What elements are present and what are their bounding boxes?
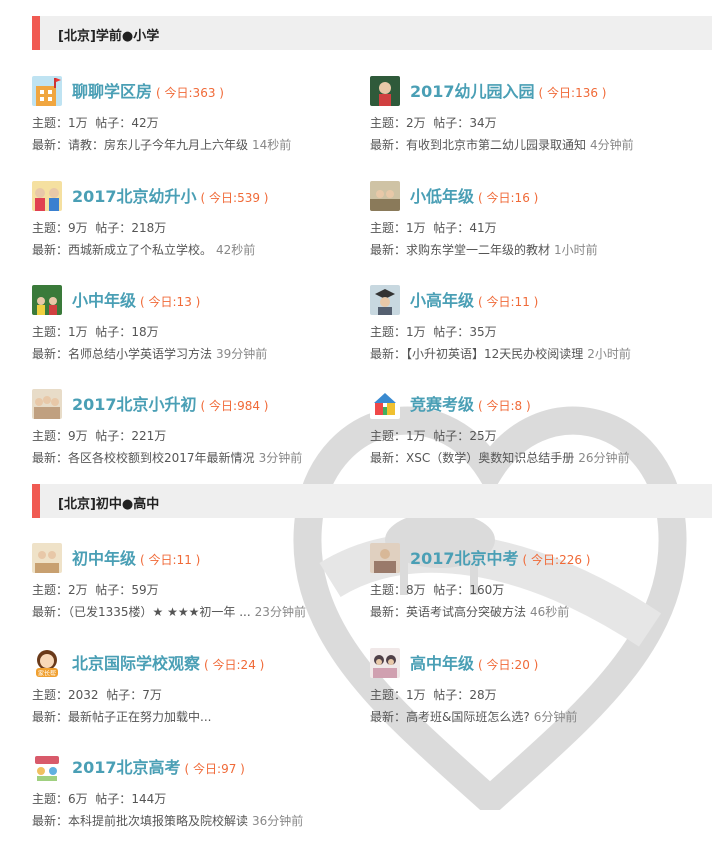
- forum-latest: 最新：有收到北京市第二幼儿园录取通知 4分钟前: [370, 138, 634, 152]
- forum-latest: 最新：英语考试高分突破方法 46秒前: [370, 605, 570, 619]
- forum-stats: 主题：8万 帖子：160万: [370, 583, 505, 597]
- forum-name-link[interactable]: 小高年级( 今日:11 ): [410, 287, 538, 311]
- forum-name-link[interactable]: 2017北京小升初( 今日:984 ): [72, 391, 269, 415]
- forum-stats: 主题：9万 帖子：221万: [32, 429, 167, 443]
- today-count: ( 今日:8 ): [478, 399, 531, 413]
- forum-name-link[interactable]: 北京国际学校观察( 今日:24 ): [72, 650, 264, 674]
- forum-name-link[interactable]: 2017幼儿园入园( 今日:136 ): [410, 78, 607, 102]
- today-count: ( 今日:226 ): [522, 553, 591, 567]
- today-count: ( 今日:539 ): [200, 191, 269, 205]
- latest-post-link[interactable]: 【小升初英语】12天民办校阅读理: [406, 347, 583, 361]
- latest-post-link[interactable]: 名师总结小学英语学习方法: [68, 347, 212, 361]
- forum-name-link[interactable]: 聊聊学区房( 今日:363 ): [72, 78, 224, 102]
- kids-photo-icon[interactable]: [32, 181, 62, 211]
- icon-label: 家长帮: [38, 670, 56, 678]
- forum-name-link[interactable]: 小低年级( 今日:16 ): [410, 183, 538, 207]
- today-count: ( 今日:984 ): [200, 399, 269, 413]
- latest-post-link[interactable]: 本科提前批次填报策略及院校解读: [68, 814, 248, 828]
- section-title: [北京]初中●高中: [58, 497, 160, 512]
- forum-stats: 主题：1万 帖子：42万: [32, 116, 159, 130]
- today-count: ( 今日:11 ): [478, 295, 539, 309]
- forum-stats: 主题：2万 帖子：34万: [370, 116, 497, 130]
- cartoon-girl-icon[interactable]: 家长帮: [32, 648, 62, 678]
- forum-latest: 最新：（已发1335楼）★ ★★★初一年 ... 23分钟前: [32, 605, 306, 619]
- forum-latest: 最新：各区各校校额到校2017年最新情况 3分钟前: [32, 451, 303, 465]
- forum-name-link[interactable]: 小中年级( 今日:13 ): [72, 287, 200, 311]
- exam-cartoon-icon[interactable]: [32, 752, 62, 782]
- forum-stats: 主题：1万 帖子：25万: [370, 429, 497, 443]
- section-title: [北京]学前●小学: [58, 29, 160, 44]
- forum-latest: 最新：【小升初英语】12天民办校阅读理 2小时前: [370, 347, 631, 361]
- forum-latest: 最新：求购东学堂一二年级的教材 1小时前: [370, 243, 598, 257]
- today-count: ( 今日:11 ): [140, 553, 201, 567]
- forum-stats: 主题：2万 帖子：59万: [32, 583, 159, 597]
- today-count: ( 今日:363 ): [156, 86, 224, 100]
- latest-post-link[interactable]: 西城新成立了个私立学校。: [68, 243, 212, 257]
- forum-latest: 最新：西城新成立了个私立学校。 42秒前: [32, 243, 256, 257]
- latest-post-link[interactable]: 请教：房东儿子今年九月上六年级: [68, 138, 248, 152]
- latest-post-link[interactable]: 有收到北京市第二幼儿园录取通知: [406, 138, 586, 152]
- forum-stats: 主题：1万 帖子：28万: [370, 688, 497, 702]
- teens-photo-icon[interactable]: [370, 648, 400, 678]
- forum-latest: 最新：高考班&国际班怎么选? 6分钟前: [370, 710, 578, 724]
- latest-post-link[interactable]: 最新帖子正在努力加载中...: [68, 710, 211, 724]
- section-accent-bar: [32, 484, 40, 518]
- section-header-middle-high: [北京]初中●高中: [32, 484, 712, 518]
- forum-name-link[interactable]: 初中年级( 今日:11 ): [72, 545, 200, 569]
- blackboard-photo-icon[interactable]: [32, 285, 62, 315]
- latest-post-link[interactable]: XSC（数学）奥数知识总结手册: [406, 451, 574, 465]
- building-icon[interactable]: [32, 76, 62, 106]
- latest-post-link[interactable]: 求购东学堂一二年级的教材: [406, 243, 550, 257]
- today-count: ( 今日:97 ): [184, 762, 245, 776]
- forum-latest: 最新：名师总结小学英语学习方法 39分钟前: [32, 347, 268, 361]
- latest-post-link[interactable]: 高考班&国际班怎么选?: [406, 710, 530, 724]
- colorful-house-icon[interactable]: [370, 389, 400, 419]
- classroom-photo-icon[interactable]: [370, 181, 400, 211]
- students-photo-icon[interactable]: [32, 389, 62, 419]
- forum-name-link[interactable]: 高中年级( 今日:20 ): [410, 650, 538, 674]
- forum-stats: 主题：9万 帖子：218万: [32, 221, 167, 235]
- today-count: ( 今日:24 ): [204, 658, 265, 672]
- today-count: ( 今日:136 ): [538, 86, 607, 100]
- forum-name-link[interactable]: 2017北京高考( 今日:97 ): [72, 754, 245, 778]
- child-photo-icon[interactable]: [370, 76, 400, 106]
- forum-latest: 最新：最新帖子正在努力加载中...: [32, 710, 212, 724]
- forum-latest: 最新：本科提前批次填报策略及院校解读 36分钟前: [32, 814, 304, 828]
- forum-stats: 主题：1万 帖子：41万: [370, 221, 497, 235]
- forum-name-link[interactable]: 2017北京幼升小( 今日:539 ): [72, 183, 269, 207]
- today-count: ( 今日:20 ): [478, 658, 539, 672]
- forum-latest: 最新：XSC（数学）奥数知识总结手册 26分钟前: [370, 451, 630, 465]
- latest-post-link[interactable]: 各区各校校额到校2017年最新情况: [68, 451, 255, 465]
- graduate-photo-icon[interactable]: [370, 285, 400, 315]
- today-count: ( 今日:16 ): [478, 191, 539, 205]
- forum-stats: 主题：1万 帖子：35万: [370, 325, 497, 339]
- forum-latest: 最新：请教：房东儿子今年九月上六年级 14秒前: [32, 138, 292, 152]
- forum-name-link[interactable]: 竞赛考级( 今日:8 ): [410, 391, 531, 415]
- section-header-preschool-primary: [北京]学前●小学: [32, 16, 712, 50]
- latest-post-link[interactable]: （已发1335楼）★ ★★★初一年 ...: [68, 605, 251, 619]
- forum-stats: 主题：2032 帖子：7万: [32, 688, 162, 702]
- study-photo-icon[interactable]: [32, 543, 62, 573]
- today-count: ( 今日:13 ): [140, 295, 201, 309]
- latest-post-link[interactable]: 英语考试高分突破方法: [406, 605, 526, 619]
- forum-stats: 主题：1万 帖子：18万: [32, 325, 159, 339]
- section-accent-bar: [32, 16, 40, 50]
- forum-name-link[interactable]: 2017北京中考( 今日:226 ): [410, 545, 591, 569]
- forum-stats: 主题：6万 帖子：144万: [32, 792, 167, 806]
- exam-photo-icon[interactable]: [370, 543, 400, 573]
